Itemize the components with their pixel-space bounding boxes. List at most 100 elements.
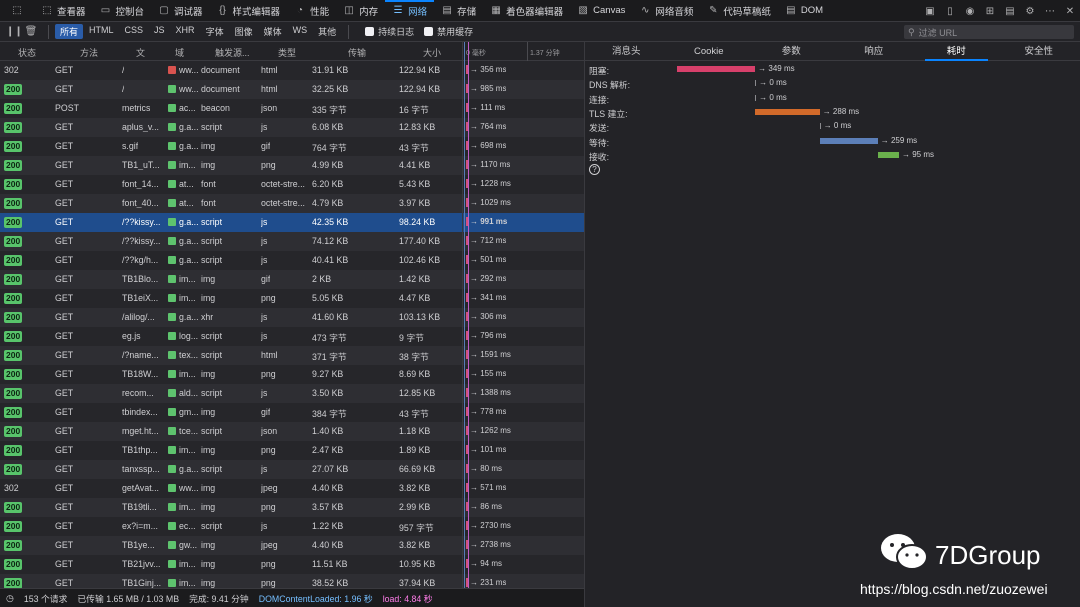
- filter-type-button[interactable]: CSS: [120, 24, 149, 39]
- cause-cell: img: [201, 293, 216, 303]
- devtools-tab-label: 网络: [408, 6, 428, 18]
- devtools-tab-storage[interactable]: ▤ 存储: [434, 0, 483, 22]
- table-row[interactable]: 200 GET TB21jvv... im... img png 11.51 KB 10.95…: [0, 555, 584, 574]
- lock-icon: [168, 332, 176, 340]
- filter-type-button[interactable]: 媒体: [259, 24, 287, 39]
- status-cell: 200: [4, 350, 23, 361]
- table-row[interactable]: 200 GET /?name... tex... script html 371 字节 38 …: [0, 346, 584, 365]
- table-row[interactable]: 200 POST metrics ac... beacon json 335 字节 16 字节…: [0, 99, 584, 118]
- transferred-cell: 2 KB: [312, 274, 332, 284]
- filter-type-button[interactable]: JS: [149, 24, 170, 39]
- devtools-tab-style-editor[interactable]: {} 样式编辑器: [210, 0, 288, 22]
- domain-text: g.a...: [179, 122, 199, 132]
- table-row[interactable]: 200 GET/alilog/... g.a... xhr js 41.60 KB 103.…: [0, 308, 584, 327]
- devtools-tab-performance[interactable]: ◔ 性能: [287, 0, 336, 22]
- table-row[interactable]: 302 GET getAvat... ww... img jpeg 4.40 KB 3.82 …: [0, 479, 584, 498]
- devtools-tab-dom[interactable]: ▤ DOM: [778, 0, 830, 22]
- type-cell: json: [261, 426, 278, 436]
- table-row[interactable]: 200 GET tanxssp... g.a... script js 27.07 KB 66…: [0, 460, 584, 479]
- table-row[interactable]: 200 GET /??kg/h... g.a... script js 40.41 KB 10…: [0, 251, 584, 270]
- table-row[interactable]: 200 GET ex?i=m... ec... script js 1.22 KB 957 字…: [0, 517, 584, 536]
- filter-type-button[interactable]: HTML: [84, 24, 119, 39]
- waterfall-time-value: 341 ms: [480, 293, 507, 302]
- table-row[interactable]: 200 GET eg.js log... script js 473 字节 9 字节 → 796…: [0, 327, 584, 346]
- settings-icon[interactable]: ⚙: [1024, 6, 1036, 17]
- table-row[interactable]: 200 GET TB1ye... gw... img jpeg 4.40 KB 3.82 KB…: [0, 536, 584, 555]
- table-row[interactable]: 200 GET font_40... at... font octet-stre... 4.…: [0, 194, 584, 213]
- status-badge: 302: [4, 65, 19, 75]
- frames-icon[interactable]: ▤: [1004, 6, 1016, 17]
- table-row[interactable]: 200 GET /??kissy... g.a... script js 74.12 KB 1…: [0, 232, 584, 251]
- table-row[interactable]: 200 GET s.gif g.a... img gif 764 字节 43 字节 → 698 …: [0, 137, 584, 156]
- console-icon: ▭: [100, 5, 111, 16]
- table-row[interactable]: 200 GET TB1eiX... im... img png 5.05 KB 4.47 KB…: [0, 289, 584, 308]
- column-header-status[interactable]: 状态: [18, 46, 36, 59]
- devtools-tab-inspector[interactable]: ⬚ 查看器: [34, 0, 93, 22]
- pause-icon[interactable]: ❙❙: [6, 26, 23, 37]
- transferred-cell: 11.51 KB: [312, 559, 348, 569]
- more-icon[interactable]: ⋯: [1044, 6, 1056, 17]
- arrow-icon: →: [470, 141, 481, 150]
- devtools-tab-network[interactable]: ☰ 网络: [385, 0, 435, 22]
- filter-type-button[interactable]: 字体: [201, 24, 229, 39]
- arrow-icon: →: [470, 350, 481, 359]
- details-tab[interactable]: Cookie: [668, 42, 751, 60]
- details-tab[interactable]: 安全性: [998, 42, 1080, 60]
- filter-type-button[interactable]: WS: [288, 24, 313, 39]
- column-header-type[interactable]: 类型: [278, 46, 296, 59]
- table-row[interactable]: 200 GET tbindex... gm... img gif 384 字节 43 字节 → …: [0, 403, 584, 422]
- filter-type-button[interactable]: 所有: [55, 24, 84, 39]
- close-icon[interactable]: ✕: [1064, 6, 1076, 17]
- table-row[interactable]: 200 GET / ww... document html 32.25 KB 122.94 K…: [0, 80, 584, 99]
- devtools-tab-memory[interactable]: ◫ 内存: [336, 0, 385, 22]
- devtools-tab-console[interactable]: ▭ 控制台: [93, 0, 152, 22]
- filter-type-button[interactable]: XHR: [171, 24, 200, 39]
- devtools-tab-canvas[interactable]: ▧ Canvas: [570, 0, 632, 22]
- devtools-tab-scratchpad[interactable]: ✎ 代码草稿纸: [700, 0, 778, 22]
- waterfall-time-value: 356 ms: [480, 65, 507, 74]
- table-row[interactable]: 200 GET TB18W... im... img png 9.27 KB 8.69 KB →…: [0, 365, 584, 384]
- type-cell: jpeg: [261, 540, 278, 550]
- column-header-size[interactable]: 大小: [423, 46, 441, 59]
- method-cell: GET: [55, 293, 74, 303]
- table-row[interactable]: 200 GET TB19tli... im... img png 3.57 KB 2.99 K…: [0, 498, 584, 517]
- table-row[interactable]: 200 GET font_14... at... font octet-stre... 6.…: [0, 175, 584, 194]
- table-row[interactable]: 200 GET TB1Blo... im... img gif 2 KB 1.42 KB → 2…: [0, 270, 584, 289]
- table-row[interactable]: 200 GET mget.ht... tce... script json 1.40 KB 1…: [0, 422, 584, 441]
- trash-icon[interactable]: 🗑: [24, 26, 38, 37]
- file-cell: TB19tli...: [122, 502, 157, 512]
- table-row[interactable]: 302 GET / ww... document html 31.91 KB 122.94 K…: [0, 61, 584, 80]
- column-header-transferred[interactable]: 传输: [348, 46, 366, 59]
- pick-element-button[interactable]: ⬚: [4, 0, 34, 22]
- waterfall-time: → 101 ms: [470, 445, 506, 454]
- devtools-tab-shader-editor[interactable]: ▦ 着色器编辑器: [483, 0, 570, 22]
- details-tab[interactable]: 消息头: [585, 42, 668, 60]
- type-cell: png: [261, 502, 276, 512]
- devtools-tab-debugger[interactable]: ▢ 调试器: [151, 0, 210, 22]
- details-tab[interactable]: 耗时: [915, 42, 998, 61]
- column-header-method[interactable]: 方法: [80, 46, 98, 59]
- column-header-cause[interactable]: 触发源...: [215, 46, 250, 59]
- type-cell: png: [261, 559, 276, 569]
- dock-icon[interactable]: ▣: [924, 6, 936, 17]
- persist-log-checkbox[interactable]: 持续日志: [365, 25, 414, 38]
- table-row[interactable]: 200 GET TB1Ginj... im... img png 38.52 KB 37.94…: [0, 574, 584, 588]
- filter-type-button[interactable]: 其他: [313, 24, 341, 39]
- table-row[interactable]: 200 GET TB1thp... im... img png 2.47 KB 1.89 KB…: [0, 441, 584, 460]
- table-row[interactable]: 200 GET aplus_v... g.a... script js 6.08 KB 12.…: [0, 118, 584, 137]
- rulers-icon[interactable]: ⊞: [984, 6, 996, 17]
- filter-url-input[interactable]: ⚲ 过滤 URL: [904, 25, 1074, 39]
- details-tab[interactable]: 响应: [833, 42, 916, 60]
- disable-cache-checkbox[interactable]: 禁用缓存: [424, 25, 473, 38]
- table-row[interactable]: 200 GET recom... ald... script js 3.50 KB 12.85…: [0, 384, 584, 403]
- filter-type-button[interactable]: 图像: [230, 24, 258, 39]
- details-tab[interactable]: 参数: [750, 42, 833, 60]
- table-row[interactable]: 200 GET /??kissy... g.a... script js 42.35 KB 9…: [0, 213, 584, 232]
- table-row[interactable]: 200 GET TB1_uT... im... img png 4.99 KB 4.41 KB…: [0, 156, 584, 175]
- responsive-icon[interactable]: ▯: [944, 6, 956, 17]
- help-icon[interactable]: ?: [589, 164, 600, 175]
- size-cell: 9 字节: [399, 333, 424, 343]
- cause-cell: script: [201, 350, 223, 360]
- devtools-tab-web-audio[interactable]: ∿ 网络音频: [632, 0, 700, 22]
- screenshot-icon[interactable]: ◉: [964, 6, 976, 17]
